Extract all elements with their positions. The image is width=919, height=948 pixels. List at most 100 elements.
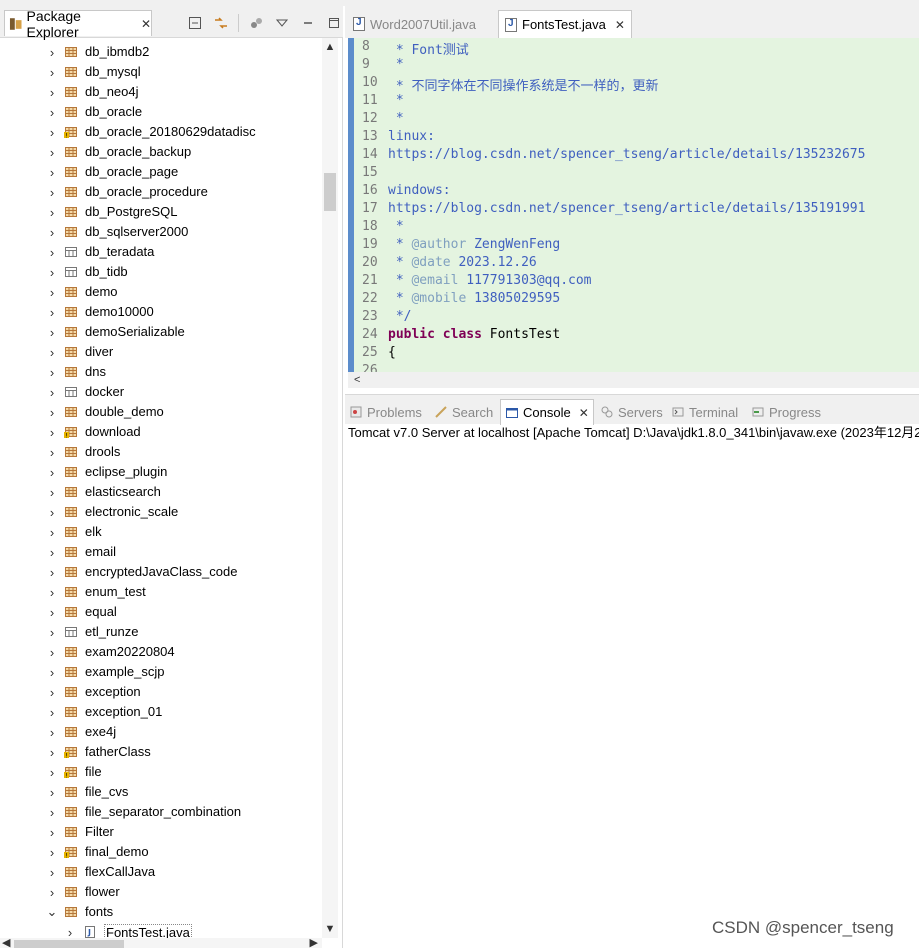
tree-item-double-demo[interactable]: › double_demo	[0, 402, 322, 422]
chevron-right-icon[interactable]: ›	[46, 205, 58, 220]
chevron-right-icon[interactable]: ›	[46, 105, 58, 120]
chevron-right-icon[interactable]: ›	[46, 65, 58, 80]
chevron-right-icon[interactable]: ›	[46, 885, 58, 900]
tree-item-drools[interactable]: › drools	[0, 442, 322, 462]
chevron-right-icon[interactable]: ›	[46, 325, 58, 340]
close-icon[interactable]: ✕	[615, 18, 625, 32]
link-with-editor-icon[interactable]	[212, 14, 230, 32]
tree-item-db-sqlserver2000[interactable]: › db_sqlserver2000	[0, 222, 322, 242]
focus-icon[interactable]	[247, 14, 265, 32]
tree-item-db-tidb[interactable]: › db_tidb	[0, 262, 322, 282]
chevron-right-icon[interactable]: ›	[46, 725, 58, 740]
tree-item-db-oracle-procedure[interactable]: › db_oracle_procedure	[0, 182, 322, 202]
tree-item-enum-test[interactable]: › enum_test	[0, 582, 322, 602]
scrollbar-thumb[interactable]	[324, 173, 336, 211]
chevron-right-icon[interactable]: ›	[46, 665, 58, 680]
chevron-right-icon[interactable]: ›	[46, 605, 58, 620]
chevron-right-icon[interactable]: ›	[46, 505, 58, 520]
chevron-right-icon[interactable]: ›	[46, 285, 58, 300]
tree-item-file[interactable]: ›! file	[0, 762, 322, 782]
tree-item-eclipse-plugin[interactable]: › eclipse_plugin	[0, 462, 322, 482]
minimize-icon[interactable]	[299, 14, 317, 32]
chevron-right-icon[interactable]: ›	[46, 645, 58, 660]
tree-item-db-ibmdb2[interactable]: › db_ibmdb2	[0, 42, 322, 62]
tree-item-fonts[interactable]: ⌄ fonts	[0, 902, 322, 922]
chevron-right-icon[interactable]: ›	[46, 445, 58, 460]
tree-item-db-oracle-page[interactable]: › db_oracle_page	[0, 162, 322, 182]
tree-item-fontstest-java[interactable]: › J FontsTest.java	[0, 922, 322, 938]
chevron-right-icon[interactable]: ›	[46, 365, 58, 380]
chevron-right-icon[interactable]: ›	[46, 45, 58, 60]
chevron-right-icon[interactable]: ›	[46, 685, 58, 700]
tree-horizontal-scrollbar[interactable]: ◀ ▶	[0, 936, 322, 948]
chevron-right-icon[interactable]: ›	[46, 145, 58, 160]
tree-item-demoserializable[interactable]: › demoSerializable	[0, 322, 322, 342]
chevron-right-icon[interactable]: ›	[46, 825, 58, 840]
chevron-right-icon[interactable]: ›	[46, 865, 58, 880]
chevron-right-icon[interactable]: ›	[46, 545, 58, 560]
tree-item-file-cvs[interactable]: › file_cvs	[0, 782, 322, 802]
editor-horizontal-scrollbar[interactable]: <	[348, 372, 919, 388]
chevron-right-icon[interactable]: ›	[46, 185, 58, 200]
chevron-right-icon[interactable]: ›	[46, 705, 58, 720]
tree-item-db-postgresql[interactable]: › db_PostgreSQL	[0, 202, 322, 222]
chevron-right-icon[interactable]: ›	[46, 465, 58, 480]
scroll-left-icon[interactable]: ◀	[2, 936, 10, 948]
tree-item-flower[interactable]: › flower	[0, 882, 322, 902]
tab-console[interactable]: Console ✕	[500, 399, 594, 425]
tree-item-demo[interactable]: › demo	[0, 282, 322, 302]
tree-vertical-scrollbar[interactable]: ▲ ▼	[322, 38, 338, 938]
tree-item-flexcalljava[interactable]: › flexCallJava	[0, 862, 322, 882]
tab-search[interactable]: Search	[434, 399, 493, 425]
tree-item-exception[interactable]: › exception	[0, 682, 322, 702]
close-icon[interactable]: ✕	[141, 17, 151, 31]
tab-package-explorer[interactable]: Package Explorer ✕	[4, 8, 152, 40]
chevron-right-icon[interactable]: ›	[46, 425, 58, 440]
tab-terminal[interactable]: Terminal	[671, 399, 738, 425]
chevron-right-icon[interactable]: ›	[46, 625, 58, 640]
chevron-right-icon[interactable]: ›	[46, 385, 58, 400]
tree-item-db-oracle-backup[interactable]: › db_oracle_backup	[0, 142, 322, 162]
chevron-right-icon[interactable]: ›	[46, 765, 58, 780]
chevron-right-icon[interactable]: ›	[46, 405, 58, 420]
tree-item-exam20220804[interactable]: › exam20220804	[0, 642, 322, 662]
chevron-right-icon[interactable]: ›	[46, 345, 58, 360]
tree-item-db-mysql[interactable]: › db_mysql	[0, 62, 322, 82]
tree-item-download[interactable]: ›! download	[0, 422, 322, 442]
chevron-right-icon[interactable]: ›	[64, 925, 76, 939]
tree-item-db-teradata[interactable]: › db_teradata	[0, 242, 322, 262]
tab-servers[interactable]: Servers	[600, 399, 663, 425]
scroll-left-icon[interactable]: <	[354, 374, 360, 386]
view-menu-icon[interactable]	[273, 14, 291, 32]
tree-item-db-oracle-20180629datadisc[interactable]: ›! db_oracle_20180629datadisc	[0, 122, 322, 142]
chevron-right-icon[interactable]: ›	[46, 805, 58, 820]
chevron-right-icon[interactable]: ›	[46, 165, 58, 180]
tree-item-docker[interactable]: › docker	[0, 382, 322, 402]
chevron-right-icon[interactable]: ›	[46, 305, 58, 320]
tree-item-demo10000[interactable]: › demo10000	[0, 302, 322, 322]
chevron-right-icon[interactable]: ›	[46, 225, 58, 240]
chevron-right-icon[interactable]: ›	[46, 265, 58, 280]
chevron-right-icon[interactable]: ›	[46, 585, 58, 600]
tree-item-equal[interactable]: › equal	[0, 602, 322, 622]
chevron-right-icon[interactable]: ›	[46, 85, 58, 100]
tree-item-elasticsearch[interactable]: › elasticsearch	[0, 482, 322, 502]
tree-item-electronic-scale[interactable]: › electronic_scale	[0, 502, 322, 522]
scroll-up-icon[interactable]: ▲	[324, 41, 336, 53]
tab-progress[interactable]: Progress	[751, 399, 821, 425]
tree-item-fatherclass[interactable]: ›! fatherClass	[0, 742, 322, 762]
chevron-right-icon[interactable]: ›	[46, 785, 58, 800]
scrollbar-thumb[interactable]	[14, 940, 124, 948]
tree-item-example-scjp[interactable]: › example_scjp	[0, 662, 322, 682]
chevron-right-icon[interactable]: ›	[46, 565, 58, 580]
code-editor[interactable]: 8 * Font测试 9 * 10 * 不同字体在不同操作系统是不一样的，更新 11 …	[348, 38, 919, 372]
tab-word2007util[interactable]: Word2007Util.java	[347, 10, 482, 38]
chevron-right-icon[interactable]: ›	[46, 745, 58, 760]
tree-item-diver[interactable]: › diver	[0, 342, 322, 362]
tree-item-dns[interactable]: › dns	[0, 362, 322, 382]
scroll-right-icon[interactable]: ▶	[310, 936, 318, 948]
tree-item-db-oracle[interactable]: › db_oracle	[0, 102, 322, 122]
collapse-all-icon[interactable]	[186, 14, 204, 32]
tree-item-filter[interactable]: › Filter	[0, 822, 322, 842]
tree-item-db-neo4j[interactable]: › db_neo4j	[0, 82, 322, 102]
